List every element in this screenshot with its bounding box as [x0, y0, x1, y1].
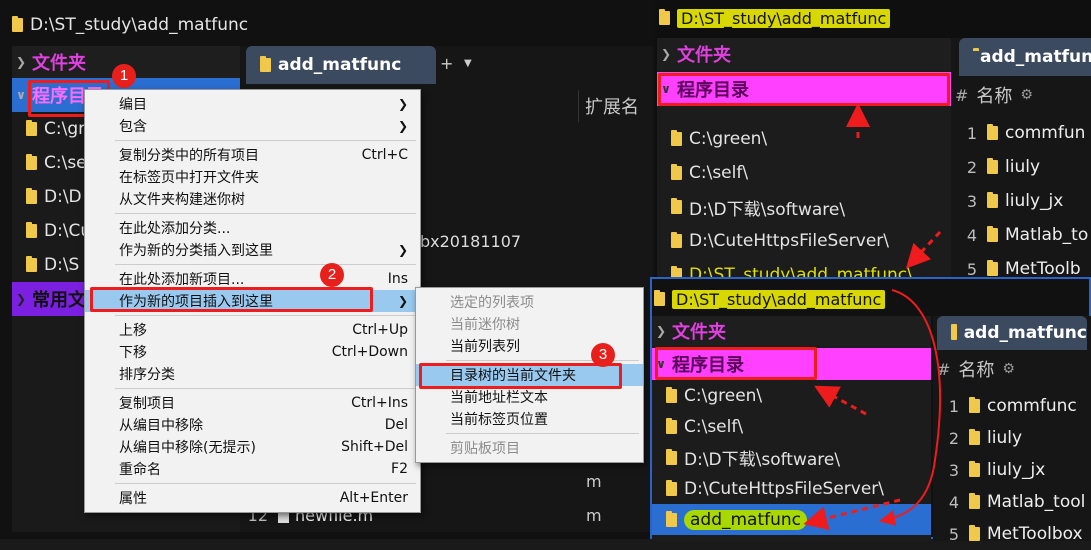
annotation-arrows: [803, 103, 942, 531]
arrow-to-prog-bottom: [814, 385, 867, 416]
curve-arrow-annotation: [879, 289, 941, 526]
arrow-to-new-item-top: [905, 230, 942, 269]
